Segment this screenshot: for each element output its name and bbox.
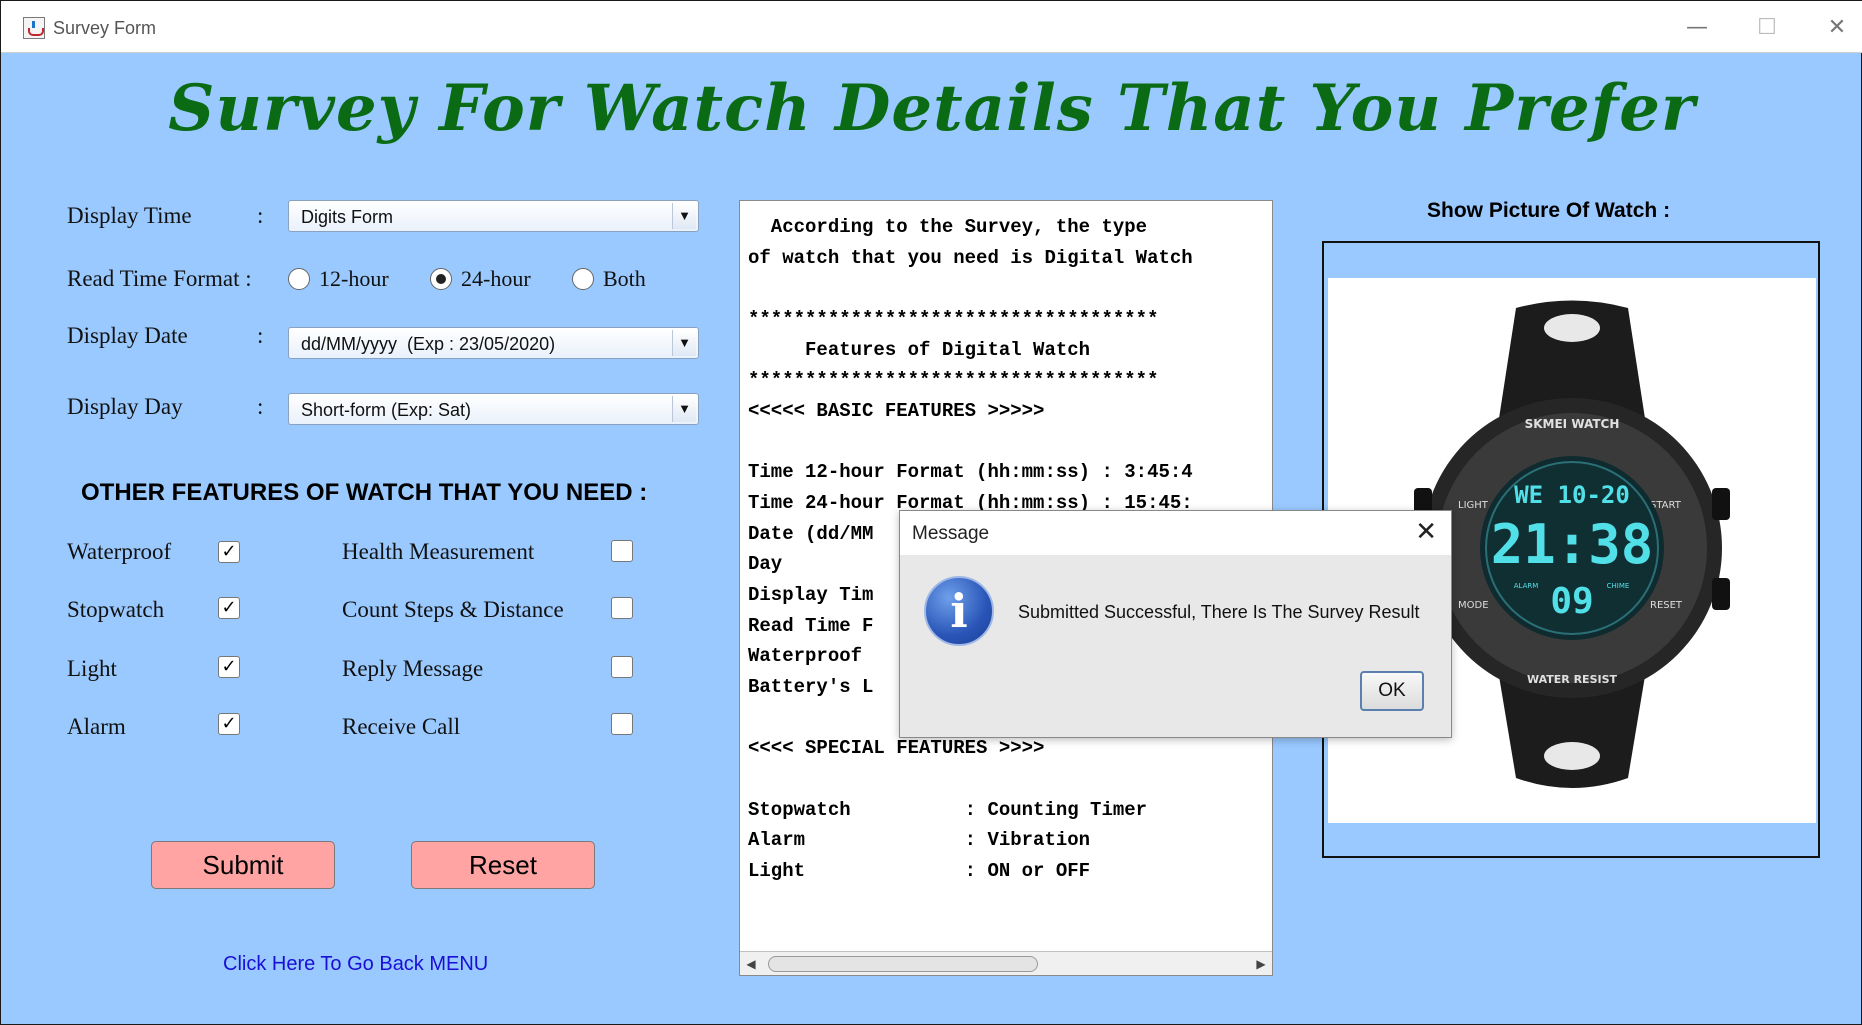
alarm-label: Alarm bbox=[67, 714, 126, 739]
maximize-button[interactable]: ☐ bbox=[1747, 13, 1787, 43]
display-date-colon: : bbox=[257, 323, 264, 348]
read-time-format-label: Read Time Format : bbox=[67, 266, 252, 291]
svg-text:LIGHT: LIGHT bbox=[1458, 500, 1489, 511]
info-icon: i bbox=[924, 576, 994, 646]
dropdown-arrow-icon[interactable]: ▼ bbox=[672, 330, 696, 356]
result-line: Display Tim bbox=[748, 584, 874, 606]
scroll-left-icon[interactable]: ◀ bbox=[742, 955, 760, 973]
result-line: Stopwatch : Counting Timer bbox=[748, 799, 1148, 821]
result-line: Read Time F bbox=[748, 615, 874, 637]
horizontal-scrollbar[interactable]: ◀ ▶ bbox=[740, 951, 1272, 975]
reply-message-checkbox[interactable] bbox=[611, 656, 633, 678]
window-title: Survey Form bbox=[53, 18, 157, 38]
stopwatch-label: Stopwatch bbox=[67, 597, 165, 622]
reply-message-label: Reply Message bbox=[342, 656, 484, 681]
radio-24-hour-label: 24-hour bbox=[461, 266, 531, 291]
svg-text:CHIME: CHIME bbox=[1607, 582, 1630, 590]
survey-window: Survey Form — ☐ ✕ Survey For Watch Detai… bbox=[0, 0, 1862, 1025]
display-time-colon: : bbox=[257, 203, 264, 228]
receive-call-checkbox[interactable] bbox=[611, 713, 633, 735]
svg-text:09: 09 bbox=[1550, 581, 1593, 622]
health-measurement-checkbox[interactable] bbox=[611, 540, 633, 562]
result-line: Alarm : Vibration bbox=[748, 829, 1091, 851]
result-line: According to the Survey, the type bbox=[748, 216, 1148, 238]
display-time-label: Display Time bbox=[67, 203, 192, 228]
light-checkbox[interactable]: ✓ bbox=[218, 656, 240, 678]
dropdown-arrow-icon[interactable]: ▼ bbox=[672, 396, 696, 422]
radio-12-hour[interactable] bbox=[288, 268, 310, 290]
radio-both[interactable] bbox=[572, 268, 594, 290]
receive-call-label: Receive Call bbox=[342, 714, 461, 739]
dialog-close-icon[interactable]: ✕ bbox=[1415, 517, 1437, 547]
waterproof-label: Waterproof bbox=[67, 539, 172, 564]
title-bar: Survey Form — ☐ ✕ bbox=[1, 1, 1862, 53]
result-line: ************************************ bbox=[748, 308, 1159, 330]
radio-24-hour[interactable] bbox=[430, 268, 452, 290]
reset-button[interactable]: Reset bbox=[411, 841, 595, 889]
minimize-button[interactable]: — bbox=[1677, 13, 1717, 43]
svg-text:MODE: MODE bbox=[1458, 600, 1489, 611]
radio-both-label: Both bbox=[603, 266, 646, 291]
display-date-select[interactable]: dd/MM/yyyy (Exp : 23/05/2020) ▼ bbox=[288, 327, 699, 359]
display-day-label: Display Day bbox=[67, 394, 183, 419]
health-measurement-label: Health Measurement bbox=[342, 539, 535, 564]
light-label: Light bbox=[67, 656, 117, 681]
dropdown-arrow-icon[interactable]: ▼ bbox=[672, 203, 696, 229]
alarm-checkbox[interactable]: ✓ bbox=[218, 713, 240, 735]
scrollbar-thumb[interactable] bbox=[768, 956, 1038, 972]
svg-text:WATER RESIST: WATER RESIST bbox=[1527, 673, 1618, 686]
back-to-menu-link[interactable]: Click Here To Go Back MENU bbox=[223, 953, 488, 976]
display-date-value: dd/MM/yyyy (Exp : 23/05/2020) bbox=[301, 334, 556, 354]
ok-button[interactable]: OK bbox=[1360, 671, 1424, 711]
result-line: Features of Digital Watch bbox=[748, 339, 1091, 361]
display-date-label: Display Date bbox=[67, 323, 188, 348]
page-heading: Survey For Watch Details That You Prefer bbox=[168, 71, 1696, 146]
count-steps-checkbox[interactable] bbox=[611, 597, 633, 619]
dialog-title: Message bbox=[912, 523, 990, 544]
scroll-right-icon[interactable]: ▶ bbox=[1252, 955, 1270, 973]
result-line: Date (dd/MM bbox=[748, 523, 874, 545]
radio-12-hour-label: 12-hour bbox=[319, 266, 389, 291]
stopwatch-checkbox[interactable]: ✓ bbox=[218, 597, 240, 619]
close-button[interactable]: ✕ bbox=[1817, 13, 1857, 43]
features-title: OTHER FEATURES OF WATCH THAT YOU NEED : bbox=[81, 479, 648, 506]
svg-text:21:38: 21:38 bbox=[1491, 513, 1654, 576]
dialog-message: Submitted Successful, There Is The Surve… bbox=[1018, 602, 1420, 622]
picture-label: Show Picture Of Watch : bbox=[1427, 199, 1671, 222]
message-dialog: Message ✕ i Submitted Successful, There … bbox=[899, 510, 1452, 738]
result-line: Day bbox=[748, 553, 783, 575]
display-time-value: Digits Form bbox=[301, 207, 394, 227]
svg-text:ALARM: ALARM bbox=[1514, 582, 1539, 590]
result-line: of watch that you need is Digital Watch bbox=[748, 247, 1193, 269]
svg-text:WE 10-20: WE 10-20 bbox=[1514, 481, 1630, 509]
display-day-select[interactable]: Short-form (Exp: Sat) ▼ bbox=[288, 393, 699, 425]
display-day-colon: : bbox=[257, 394, 264, 419]
submit-button[interactable]: Submit bbox=[151, 841, 335, 889]
display-time-select[interactable]: Digits Form ▼ bbox=[288, 200, 699, 232]
result-line: ************************************ bbox=[748, 369, 1159, 391]
result-line: <<<<< BASIC FEATURES >>>>> bbox=[748, 400, 1045, 422]
dialog-title-bar: Message ✕ bbox=[900, 511, 1451, 555]
result-line: Waterproof bbox=[748, 645, 874, 667]
svg-text:RESET: RESET bbox=[1650, 600, 1683, 611]
result-line: Time 12-hour Format (hh:mm:ss) : 3:45:4 bbox=[748, 461, 1193, 483]
java-app-icon bbox=[23, 17, 45, 39]
result-line: Light : ON or OFF bbox=[748, 860, 1091, 882]
count-steps-label: Count Steps & Distance bbox=[342, 597, 564, 622]
svg-text:SKMEI WATCH: SKMEI WATCH bbox=[1525, 417, 1620, 431]
result-line: Battery's L bbox=[748, 676, 874, 698]
display-day-value: Short-form (Exp: Sat) bbox=[301, 400, 472, 420]
waterproof-checkbox[interactable]: ✓ bbox=[218, 541, 240, 563]
result-line: <<<< SPECIAL FEATURES >>>> bbox=[748, 737, 1045, 759]
